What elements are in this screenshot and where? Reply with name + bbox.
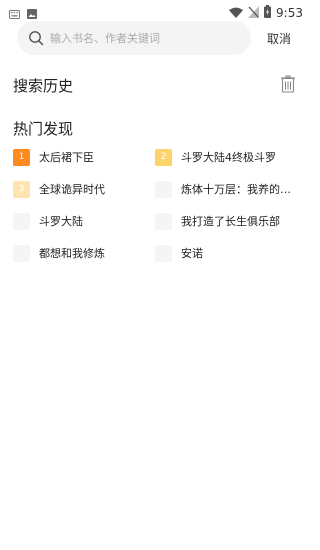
hot-item[interactable]: 3 全球诡异时代 [13,180,105,198]
search-icon [28,30,44,46]
rank-badge: 4 [155,180,172,198]
search-row: 取消 [17,21,309,55]
trash-icon[interactable] [280,75,296,93]
no-signal-icon [248,3,260,22]
hot-item[interactable]: 4 炼体十万层：我养的… [155,180,291,198]
hot-item[interactable]: 6 我打造了长生俱乐部 [155,212,280,230]
hot-item[interactable]: 1 太后裙下臣 [13,148,94,166]
search-input[interactable] [50,21,245,55]
status-time: 9:53 [276,5,303,20]
hot-item-title: 全球诡异时代 [39,183,105,196]
rank-badge: 3 [13,180,30,198]
rank-badge: 5 [13,212,30,230]
hot-item-title: 斗罗大陆4终极斗罗 [181,151,276,164]
rank-badge: 8 [155,244,172,262]
hot-discover-title: 热门发现 [13,120,74,138]
search-box[interactable] [17,21,251,55]
search-history-title: 搜索历史 [13,77,74,95]
rank-badge: 6 [155,212,172,230]
hot-item-title: 我打造了长生俱乐部 [181,215,280,228]
rank-badge: 7 [13,244,30,262]
hot-item[interactable]: 7 都想和我修炼 [13,244,105,262]
status-right: 9:53 [229,3,303,22]
hot-item-title: 炼体十万层：我养的… [181,183,291,196]
hot-item-title: 太后裙下臣 [39,151,94,164]
wifi-icon [229,3,244,22]
hot-item-title: 都想和我修炼 [39,247,105,260]
hot-item[interactable]: 2 斗罗大陆4终极斗罗 [155,148,276,166]
hot-item[interactable]: 5 斗罗大陆 [13,212,83,230]
rank-badge: 1 [13,148,30,166]
rank-badge: 2 [155,148,172,166]
cancel-button[interactable]: 取消 [267,30,291,47]
hot-item-title: 斗罗大陆 [39,215,83,228]
status-bar: 9:53 [0,0,309,20]
battery-charging-icon [264,3,272,22]
hot-item-title: 安诺 [181,247,203,260]
hot-item[interactable]: 8 安诺 [155,244,203,262]
